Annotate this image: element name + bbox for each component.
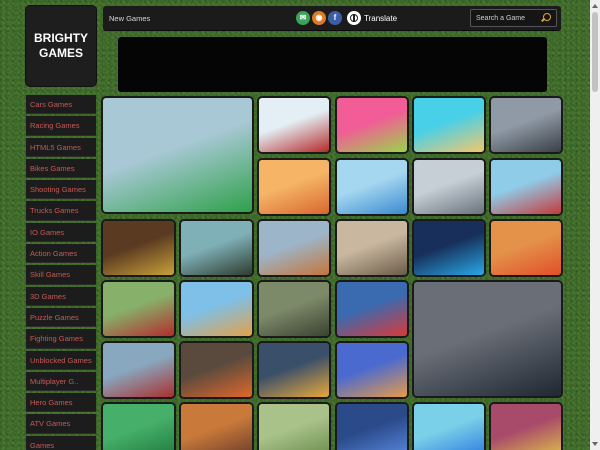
search-box[interactable]: Search a Game [470, 9, 557, 27]
translate-label: Translate [364, 13, 398, 23]
rss-icon[interactable]: ◉ [312, 11, 326, 25]
translate-button[interactable]: Translate [347, 11, 397, 25]
big-truck-game[interactable] [103, 343, 174, 397]
orange-car-game[interactable] [181, 343, 252, 397]
moto-trial-game[interactable] [259, 98, 329, 152]
share-icons: ✉ ◉ f Translate [296, 11, 397, 25]
city-shooter-game[interactable] [337, 221, 407, 275]
sidebar-category[interactable]: Unblocked Games [26, 350, 96, 370]
ad-banner [118, 37, 547, 92]
ice-cream-game[interactable] [414, 98, 484, 152]
sports-car-game[interactable] [491, 221, 561, 275]
penguin-runner-game[interactable] [337, 160, 407, 214]
sidebar-category[interactable]: HTML5 Games [26, 137, 96, 157]
classic-car-game[interactable] [103, 282, 174, 336]
stunt-car-ramp-game[interactable] [103, 98, 252, 212]
scroll-down-icon[interactable] [592, 442, 598, 446]
sidebar-category[interactable]: Bikes Games [26, 158, 96, 179]
moto-race-game[interactable] [414, 282, 561, 396]
facebook-icon[interactable]: f [328, 11, 342, 25]
kart-climb-game[interactable] [181, 282, 252, 336]
tower-stunt-game[interactable] [103, 404, 174, 450]
sidebar-category[interactable]: Hero Games [26, 393, 96, 413]
scroll-thumb[interactable] [592, 12, 598, 92]
sidebar-category[interactable]: Trucks Games [26, 201, 96, 221]
sidebar-category[interactable]: ATV Games [26, 414, 96, 434]
sidebar-category[interactable]: Multiplayer G.. [26, 371, 96, 392]
sidebar-category[interactable]: Cars Games [26, 95, 96, 115]
pizza-maker-game[interactable] [259, 160, 329, 214]
blue-car-game[interactable] [414, 404, 484, 450]
cut-the-rope-game[interactable] [337, 98, 407, 152]
sidebar-category[interactable]: Puzzle Games [26, 307, 96, 328]
sidebar-category[interactable]: Racing Games [26, 116, 96, 136]
winter-drift-game[interactable] [414, 160, 484, 214]
email-icon[interactable]: ✉ [296, 11, 310, 25]
sidebar-category[interactable]: Fighting Games [26, 329, 96, 349]
sidebar-category[interactable]: Action Games [26, 244, 96, 264]
monster-truck-game[interactable] [181, 221, 252, 275]
pinball-game[interactable] [491, 404, 561, 450]
sidebar-category[interactable]: Skill Games [26, 265, 96, 285]
soccer-star-game[interactable] [337, 282, 407, 336]
sidebar-category[interactable]: Games [26, 435, 96, 450]
scroll-up-icon[interactable] [592, 4, 598, 8]
race-track-game[interactable] [259, 221, 329, 275]
site-logo[interactable]: BRIGHTY GAMES [26, 6, 96, 86]
sidebar-category[interactable]: Shooting Games [26, 180, 96, 200]
race-cars-game[interactable] [259, 343, 329, 397]
bmx-stunt-game[interactable] [491, 160, 561, 214]
offroad-island-game[interactable] [103, 221, 174, 275]
army-battle-game[interactable] [259, 282, 329, 336]
scrollbar[interactable] [590, 0, 600, 450]
sidebar-category[interactable]: IO Games [26, 222, 96, 243]
police-car-game[interactable] [337, 404, 407, 450]
category-sidebar: Cars Games Racing Games HTML5 Games Bikes G… [26, 95, 96, 450]
top-bar: New Games ✉ ◉ f Translate Search a Game [103, 6, 561, 30]
block-jump-game[interactable] [414, 221, 484, 275]
search-icon[interactable] [541, 13, 551, 23]
scooter-run-game[interactable] [259, 404, 329, 450]
drift-car-game[interactable] [491, 98, 561, 152]
search-input[interactable]: Search a Game [476, 15, 525, 22]
sidebar-category[interactable]: 3D Games [26, 286, 96, 306]
logo-text: BRIGHTY GAMES [34, 31, 88, 60]
globe-icon [347, 11, 361, 25]
cat-word-game[interactable] [337, 343, 407, 397]
princess-dressup-game[interactable] [181, 404, 252, 450]
new-games-link[interactable]: New Games [109, 14, 150, 23]
